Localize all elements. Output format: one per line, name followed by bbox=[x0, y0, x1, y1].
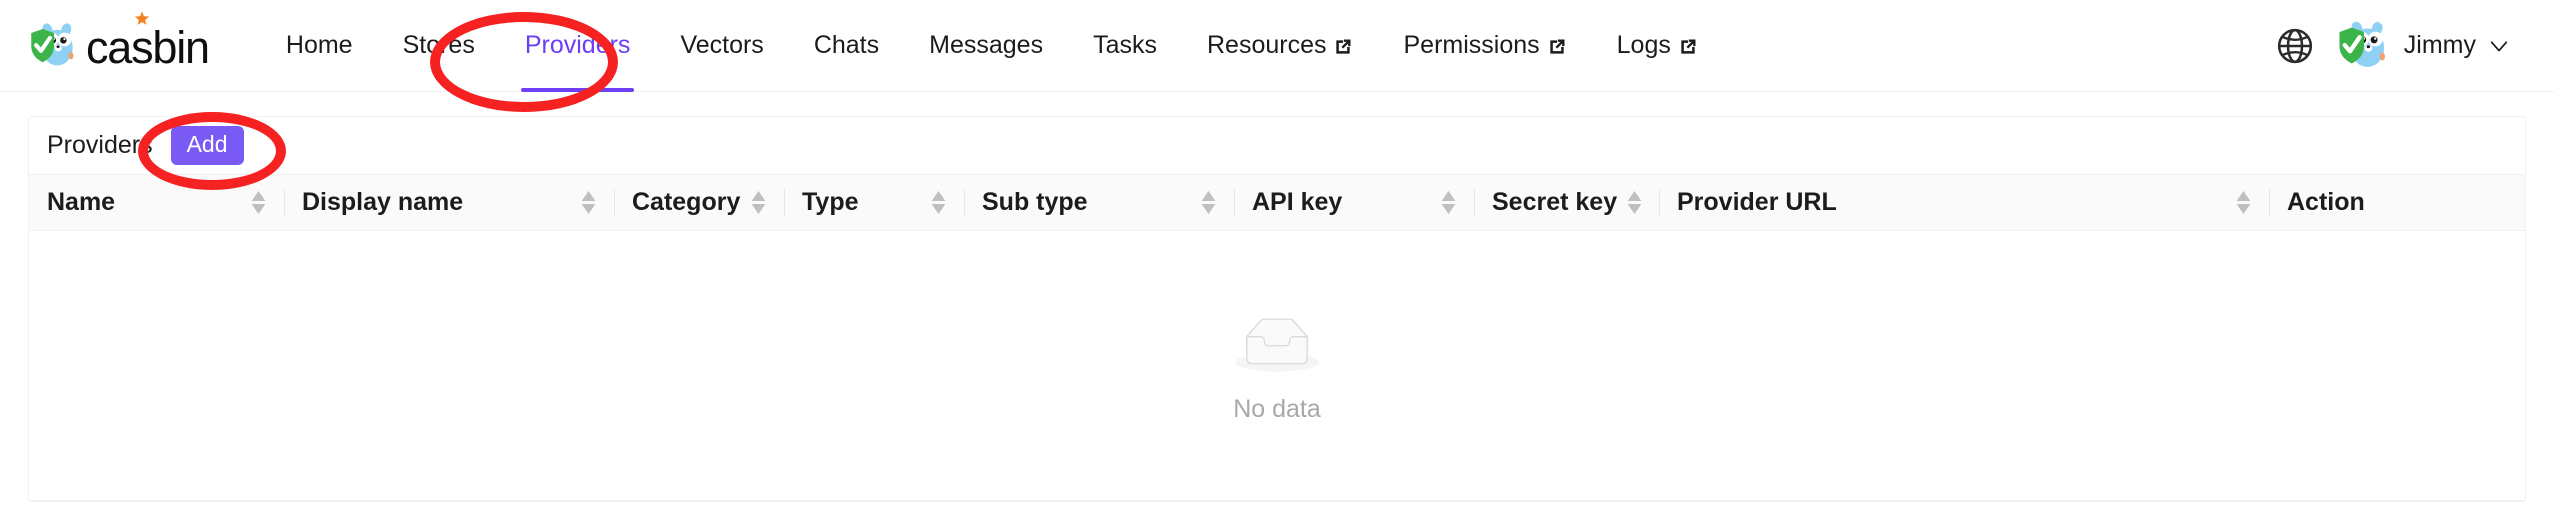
column-header-label: Sub type bbox=[982, 188, 1088, 216]
nav-item-label: Tasks bbox=[1093, 31, 1157, 59]
column-header-api-key[interactable]: API key bbox=[1234, 174, 1474, 231]
column-header-label: Secret key bbox=[1492, 188, 1618, 216]
brand-name: casbin bbox=[86, 22, 210, 73]
column-header-label: Display name bbox=[302, 188, 464, 216]
sort-toggle-icon[interactable] bbox=[251, 191, 266, 214]
brand-logo-link[interactable]: casbin bbox=[28, 9, 210, 73]
nav-item-label: Permissions bbox=[1403, 31, 1540, 59]
external-link-icon bbox=[1333, 36, 1353, 56]
nav-item-label: Stores bbox=[402, 31, 475, 59]
nav-item-label: Messages bbox=[929, 31, 1044, 59]
top-navigation-bar: casbin Home Stores Providers Vectors Cha… bbox=[0, 0, 2554, 92]
empty-state-label: No data bbox=[1233, 394, 1321, 423]
sort-toggle-icon[interactable] bbox=[1201, 191, 1216, 214]
nav-item-label: Resources bbox=[1206, 31, 1327, 59]
providers-card: Providers Add Name Display name Category… bbox=[28, 116, 2526, 502]
page-title: Providers bbox=[47, 131, 153, 159]
topbar-right-section: Jimmy bbox=[2276, 18, 2520, 74]
user-menu[interactable]: Jimmy bbox=[2336, 18, 2510, 74]
app-root: casbin Home Stores Providers Vectors Cha… bbox=[0, 0, 2554, 530]
sort-toggle-icon[interactable] bbox=[751, 191, 766, 214]
main-nav: Home Stores Providers Vectors Chats Mess… bbox=[261, 0, 2276, 92]
external-link-icon bbox=[1678, 36, 1698, 56]
avatar bbox=[2336, 18, 2392, 74]
star-icon bbox=[131, 8, 153, 30]
nav-item-label: Vectors bbox=[680, 31, 764, 59]
card-header: Providers Add bbox=[29, 117, 2525, 174]
sort-toggle-icon[interactable] bbox=[2236, 191, 2251, 214]
main-content: Providers Add Name Display name Category… bbox=[0, 92, 2554, 502]
column-header-label: Name bbox=[47, 188, 116, 216]
nav-item-messages[interactable]: Messages bbox=[904, 0, 1068, 92]
nav-item-providers[interactable]: Providers bbox=[500, 0, 656, 92]
column-header-label: API key bbox=[1252, 188, 1343, 216]
empty-state: No data bbox=[29, 308, 2525, 424]
column-header-display-name[interactable]: Display name bbox=[284, 174, 614, 231]
nav-item-permissions[interactable]: Permissions bbox=[1378, 0, 1591, 92]
casbin-gopher-shield-logo-icon bbox=[28, 20, 80, 72]
nav-item-stores[interactable]: Stores bbox=[378, 0, 500, 92]
nav-item-label: Chats bbox=[813, 31, 880, 59]
nav-item-tasks[interactable]: Tasks bbox=[1068, 0, 1182, 92]
table-header-row: Name Display name Category Type Sub type… bbox=[29, 174, 2525, 231]
column-header-name[interactable]: Name bbox=[29, 174, 284, 231]
column-header-action: Action bbox=[2269, 174, 2525, 231]
sort-toggle-icon[interactable] bbox=[931, 191, 946, 214]
sort-toggle-icon[interactable] bbox=[1441, 191, 1456, 214]
nav-item-vectors[interactable]: Vectors bbox=[655, 0, 788, 92]
column-header-label: Provider URL bbox=[1677, 188, 1837, 216]
sort-toggle-icon[interactable] bbox=[1627, 191, 1642, 214]
providers-table: Name Display name Category Type Sub type… bbox=[29, 174, 2525, 501]
table-body: No data bbox=[29, 230, 2525, 501]
column-header-label: Action bbox=[2287, 188, 2365, 216]
add-button[interactable]: Add bbox=[170, 125, 244, 166]
column-header-sub-type[interactable]: Sub type bbox=[964, 174, 1234, 231]
nav-item-chats[interactable]: Chats bbox=[789, 0, 904, 92]
column-header-secret-key[interactable]: Secret key bbox=[1474, 174, 1659, 231]
external-link-icon bbox=[1547, 36, 1567, 56]
column-header-category[interactable]: Category bbox=[614, 174, 784, 231]
column-header-label: Type bbox=[802, 188, 859, 216]
column-header-label: Category bbox=[632, 188, 741, 216]
nav-item-label: Logs bbox=[1616, 31, 1671, 59]
chevron-down-icon bbox=[2488, 35, 2510, 57]
nav-item-home[interactable]: Home bbox=[261, 0, 378, 92]
nav-item-label: Providers bbox=[524, 31, 631, 59]
user-name-label: Jimmy bbox=[2403, 31, 2476, 59]
column-header-provider-url[interactable]: Provider URL bbox=[1659, 174, 2269, 231]
sort-toggle-icon[interactable] bbox=[581, 191, 596, 214]
column-header-type[interactable]: Type bbox=[784, 174, 964, 231]
empty-state-cell: No data bbox=[29, 230, 2525, 501]
nav-item-label: Home bbox=[285, 31, 353, 59]
nav-item-logs[interactable]: Logs bbox=[1592, 0, 1723, 92]
nav-item-resources[interactable]: Resources bbox=[1182, 0, 1379, 92]
empty-box-icon bbox=[1235, 314, 1319, 383]
table-empty-row: No data bbox=[29, 230, 2525, 501]
globe-icon[interactable] bbox=[2276, 27, 2314, 65]
